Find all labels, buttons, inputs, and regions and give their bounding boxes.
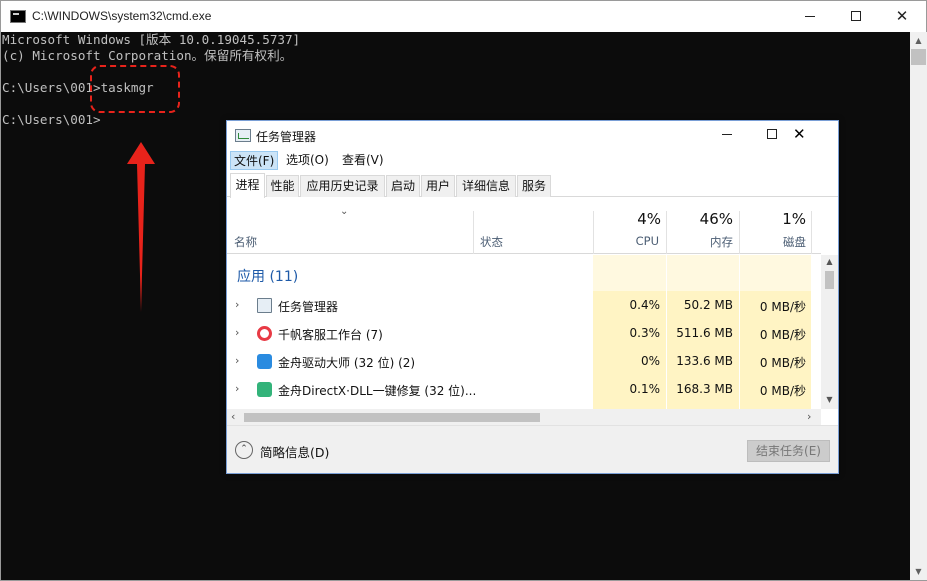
scrollbar-thumb[interactable]: [825, 271, 834, 289]
scroll-up-arrow-icon[interactable]: ▲: [821, 255, 838, 269]
minimize-icon: [805, 16, 815, 17]
minimize-icon: [722, 134, 732, 135]
process-memory: 50.2 MB: [683, 298, 733, 312]
process-disk: 0 MB/秒: [759, 300, 806, 314]
tab-performance[interactable]: 性能: [266, 175, 299, 197]
process-disk: 0 MB/秒: [759, 384, 806, 398]
process-cpu: 0.4%: [629, 298, 661, 312]
close-icon: ✕: [895, 7, 909, 25]
expand-chevron-icon[interactable]: ›: [235, 382, 239, 395]
tab-startup[interactable]: 启动: [386, 175, 420, 197]
column-name[interactable]: 名称: [234, 234, 257, 250]
cmd-titlebar[interactable]: C:\WINDOWS\system32\cmd.exe ✕: [1, 1, 926, 32]
menu-view[interactable]: 查看(V): [339, 151, 387, 170]
process-disk: 0 MB/秒: [759, 328, 806, 342]
menu-file[interactable]: 文件(F): [230, 151, 279, 170]
scroll-left-arrow-icon[interactable]: ‹: [231, 409, 235, 425]
task-manager-footer: ⌃ 简略信息(D) 结束任务(E): [227, 425, 838, 473]
console-line: (c) Microsoft Corporation。保留所有权利。: [2, 48, 293, 63]
tab-details[interactable]: 详细信息: [456, 175, 516, 197]
command-highlight-box: [90, 65, 180, 113]
scroll-right-arrow-icon[interactable]: ›: [807, 409, 811, 425]
process-row[interactable]: › 金舟驱动大师 (32 位) (2) 0% 133.6 MB 0 MB/秒: [227, 348, 821, 376]
close-button[interactable]: ✕: [879, 1, 925, 32]
scrollbar-thumb[interactable]: [911, 49, 926, 65]
close-icon: ✕: [793, 125, 806, 143]
column-cpu[interactable]: CPU: [593, 234, 659, 248]
maximize-icon: [767, 129, 777, 139]
dll-repair-icon: [257, 382, 272, 397]
scrollbar-thumb[interactable]: [244, 413, 540, 422]
cmd-window-title: C:\WINDOWS\system32\cmd.exe: [32, 9, 212, 23]
cpu-total-percent: 4%: [637, 210, 661, 228]
column-disk[interactable]: 磁盘: [740, 234, 806, 250]
tab-bar: 进程 性能 应用历史记录 启动 用户 详细信息 服务: [227, 173, 838, 198]
process-row[interactable]: › 金舟DirectX·DLL一键修复 (32 位)... 0.1% 168.3…: [227, 376, 821, 404]
red-arrow-icon: [127, 142, 155, 312]
memory-total-percent: 46%: [699, 210, 733, 228]
expand-chevron-icon[interactable]: ›: [235, 354, 239, 367]
process-cpu: 0.3%: [629, 326, 661, 340]
group-row-heat: [593, 255, 666, 291]
process-name: 金舟DirectX·DLL一键修复 (32 位)...: [278, 384, 477, 398]
tab-app-history[interactable]: 应用历史记录: [300, 175, 385, 197]
fewer-details-link[interactable]: 简略信息(D): [260, 442, 329, 461]
qianfan-icon: [257, 326, 272, 341]
process-list-vertical-scrollbar[interactable]: ▲ ▼: [821, 255, 838, 409]
cmd-vertical-scrollbar[interactable]: ▲ ▼: [910, 32, 927, 580]
console-line: Microsoft Windows [版本 10.0.19045.5737]: [2, 32, 301, 47]
scroll-up-arrow-icon[interactable]: ▲: [910, 32, 927, 49]
tm-minimize-button[interactable]: [704, 121, 750, 149]
task-manager-titlebar[interactable]: 任务管理器 ✕: [227, 121, 838, 149]
task-manager-window: 任务管理器 ✕ 文件(F) 选项(O) 查看(V) 进程 性能 应用历史记录 启…: [226, 120, 839, 474]
column-memory[interactable]: 内存: [667, 234, 733, 250]
process-row[interactable]: › 任务管理器 0.4% 50.2 MB 0 MB/秒: [227, 292, 821, 320]
process-cpu: 0.1%: [629, 382, 661, 396]
tm-close-button[interactable]: ✕: [793, 121, 839, 149]
maximize-icon: [851, 11, 861, 21]
column-divider[interactable]: [473, 211, 474, 254]
tab-users[interactable]: 用户: [421, 175, 455, 197]
process-disk: 0 MB/秒: [759, 356, 806, 370]
column-status[interactable]: 状态: [480, 234, 503, 250]
driver-master-icon: [257, 354, 272, 369]
scroll-down-arrow-icon[interactable]: ▼: [821, 393, 838, 407]
tm-maximize-button[interactable]: [749, 121, 795, 149]
process-list[interactable]: 应用 (11) › 任务管理器 0.4% 50.2 MB 0 MB/秒 › 千帆…: [227, 255, 821, 409]
minimize-button[interactable]: [787, 1, 833, 32]
process-name: 千帆客服工作台 (7): [278, 328, 383, 342]
chevron-up-circle-icon[interactable]: ⌃: [235, 441, 253, 459]
process-cpu: 0%: [640, 354, 660, 368]
expand-chevron-icon[interactable]: ›: [235, 326, 239, 339]
tab-processes[interactable]: 进程: [230, 173, 265, 198]
menu-bar: 文件(F) 选项(O) 查看(V): [227, 150, 838, 170]
task-manager-title: 任务管理器: [256, 130, 317, 144]
process-list-horizontal-scrollbar[interactable]: ‹ ›: [227, 409, 821, 425]
column-divider[interactable]: [811, 211, 812, 254]
scroll-down-arrow-icon[interactable]: ▼: [910, 563, 927, 580]
column-header-row: ⌄ 名称 状态 4% CPU 46% 内存 1% 磁盘: [227, 198, 821, 254]
tab-services[interactable]: 服务: [517, 175, 551, 197]
group-row-heat: [740, 255, 811, 291]
process-row[interactable]: › 千帆客服工作台 (7) 0.3% 511.6 MB 0 MB/秒: [227, 320, 821, 348]
process-memory: 168.3 MB: [676, 382, 733, 396]
expand-chevron-icon[interactable]: ›: [235, 298, 239, 311]
maximize-button[interactable]: [833, 1, 879, 32]
group-header-apps[interactable]: 应用 (11): [237, 266, 298, 286]
sort-chevron-down-icon[interactable]: ⌄: [340, 206, 348, 217]
console-prompt: C:\Users\001>: [2, 112, 101, 127]
disk-total-percent: 1%: [782, 210, 806, 228]
process-memory: 133.6 MB: [676, 354, 733, 368]
end-task-button[interactable]: 结束任务(E): [747, 440, 830, 462]
task-manager-icon: [235, 129, 251, 142]
process-name: 金舟驱动大师 (32 位) (2): [278, 356, 416, 370]
process-name: 任务管理器: [278, 300, 339, 314]
group-row-heat: [667, 255, 739, 291]
cmd-icon: [10, 10, 26, 23]
menu-options[interactable]: 选项(O): [283, 151, 332, 170]
task-manager-icon: [257, 298, 272, 313]
process-memory: 511.6 MB: [676, 326, 733, 340]
